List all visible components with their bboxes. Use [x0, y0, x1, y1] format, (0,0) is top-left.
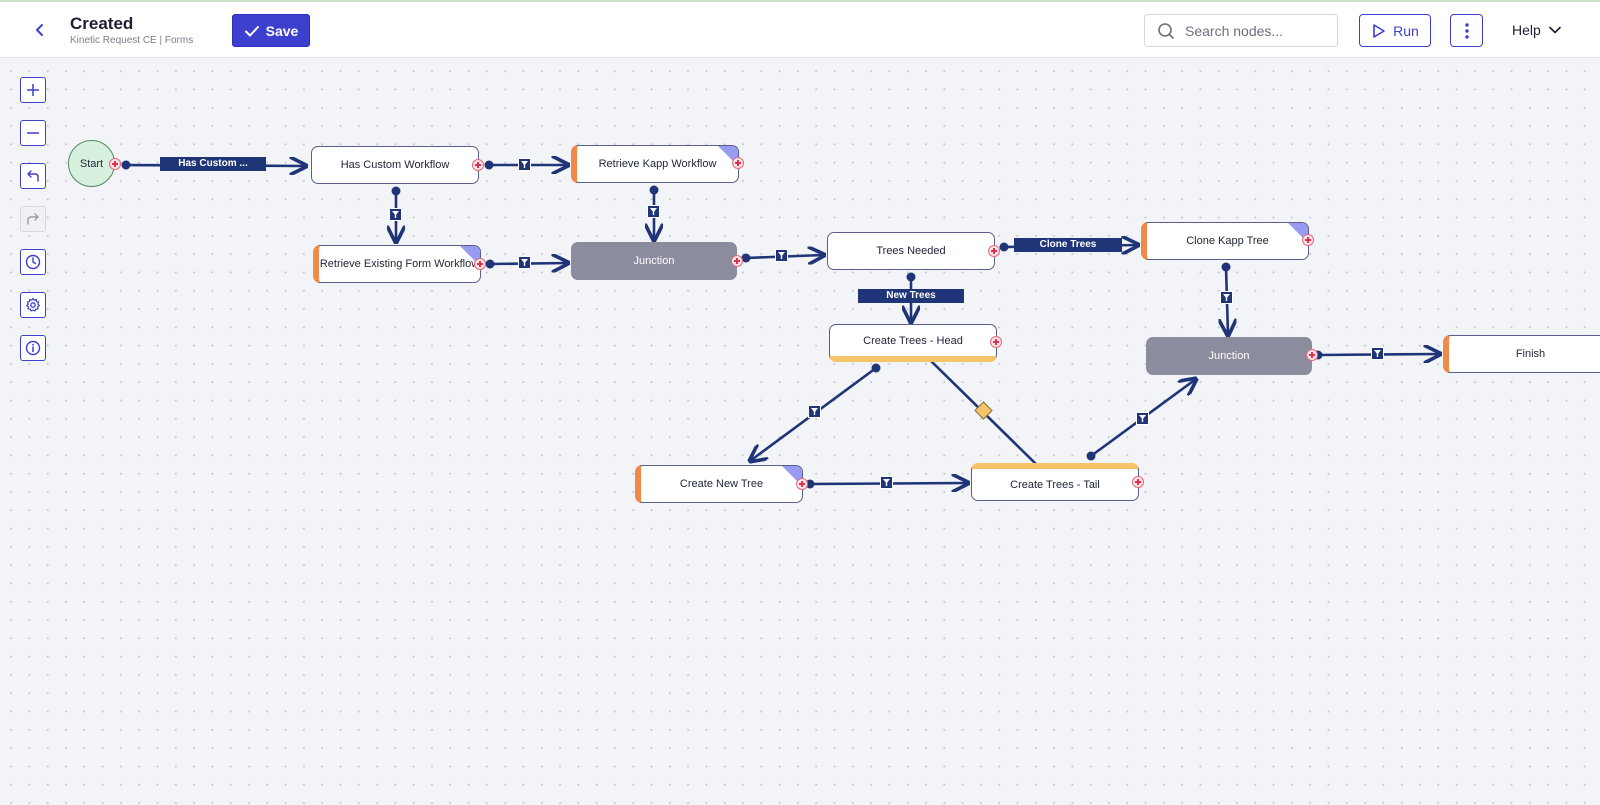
page-title: Created — [70, 14, 134, 33]
add-node-button[interactable] — [990, 336, 1002, 348]
node-label: Create Trees - Tail — [1010, 478, 1100, 491]
add-node-button[interactable] — [474, 258, 486, 270]
help-label: Help — [1512, 22, 1541, 38]
node-finish[interactable]: Finish — [1443, 335, 1600, 373]
add-node-button[interactable] — [732, 157, 744, 169]
check-icon — [244, 25, 259, 36]
filter-icon[interactable] — [1371, 347, 1384, 360]
edge-source-dot[interactable] — [871, 363, 881, 373]
chevron-left-icon — [36, 24, 43, 36]
edge-source-dot[interactable] — [121, 160, 131, 170]
back-button[interactable] — [30, 20, 50, 40]
add-node-button[interactable] — [796, 478, 808, 490]
search-icon — [1157, 22, 1175, 40]
add-node-button[interactable] — [1132, 476, 1144, 488]
node-label: Junction — [633, 255, 675, 267]
edge-source-dot[interactable] — [1086, 451, 1096, 461]
edge-source-dot[interactable] — [391, 186, 401, 196]
node-label: Finish — [1515, 348, 1546, 360]
search-box — [1144, 14, 1338, 47]
node-create-trees-tail[interactable]: Create Trees - Tail — [971, 463, 1139, 501]
help-menu[interactable]: Help — [1512, 22, 1561, 38]
node-junction[interactable]: Junction — [571, 242, 737, 280]
add-node-button[interactable] — [109, 158, 121, 170]
edge-source-dot[interactable] — [1221, 262, 1231, 272]
filter-icon[interactable] — [808, 405, 821, 418]
run-label: Run — [1393, 22, 1419, 39]
node-label: Create Trees - Head — [863, 334, 963, 347]
filter-icon[interactable] — [389, 208, 402, 221]
add-node-button[interactable] — [988, 245, 1000, 257]
more-options-button[interactable] — [1450, 14, 1483, 47]
node-start[interactable]: Start — [68, 140, 115, 187]
edge-source-dot[interactable] — [484, 160, 494, 170]
play-icon — [1373, 23, 1385, 38]
edge-source-dot[interactable] — [999, 242, 1009, 252]
node-create-trees-head[interactable]: Create Trees - Head — [829, 324, 997, 362]
filter-icon[interactable] — [775, 249, 788, 262]
edge-label-clone-trees[interactable]: Clone Trees — [1014, 238, 1122, 252]
search-input[interactable] — [1183, 21, 1327, 40]
workflow-canvas[interactable]: Has Custom ... Clone Trees New Trees Sta… — [0, 58, 1600, 805]
node-label: Retrieve Kapp Workflow — [598, 158, 717, 170]
add-node-button[interactable] — [731, 255, 743, 267]
node-clone-kapp-tree[interactable]: Clone Kapp Tree — [1141, 222, 1309, 260]
save-button[interactable]: Save — [232, 14, 310, 47]
filter-icon[interactable] — [1136, 412, 1149, 425]
node-label: Start — [79, 157, 104, 170]
edge-source-dot[interactable] — [649, 185, 659, 195]
node-create-new-tree[interactable]: Create New Tree — [635, 465, 803, 503]
header: Created Kinetic Request CE | Forms Save … — [0, 2, 1600, 58]
node-label: Junction — [1208, 350, 1250, 362]
kebab-menu-icon — [1464, 22, 1469, 39]
add-node-button[interactable] — [1302, 234, 1314, 246]
node-label: Create New Tree — [679, 478, 764, 490]
node-label: Has Custom Workflow — [340, 159, 450, 171]
filter-icon[interactable] — [880, 476, 893, 489]
node-junction-2[interactable]: Junction — [1146, 337, 1312, 375]
edge-label-has-custom[interactable]: Has Custom ... — [160, 157, 266, 171]
add-node-button[interactable] — [472, 159, 484, 171]
node-label: Clone Kapp Tree — [1186, 235, 1269, 247]
edge-label-new-trees[interactable]: New Trees — [858, 289, 964, 303]
node-retrieve-existing-form-workflow[interactable]: Retrieve Existing Form Workflow — [313, 245, 481, 283]
filter-icon[interactable] — [647, 205, 660, 218]
node-has-custom-workflow[interactable]: Has Custom Workflow — [311, 146, 479, 184]
node-trees-needed[interactable]: Trees Needed — [827, 232, 995, 270]
run-button[interactable]: Run — [1359, 14, 1431, 47]
edge-source-dot[interactable] — [485, 259, 495, 269]
breadcrumb: Kinetic Request CE | Forms — [70, 35, 194, 46]
node-label: Trees Needed — [876, 245, 946, 257]
filter-icon[interactable] — [518, 158, 531, 171]
chevron-down-icon — [1548, 26, 1561, 34]
node-label: Retrieve Existing Form Workflow — [319, 258, 480, 270]
save-label: Save — [265, 22, 299, 39]
add-node-button[interactable] — [1306, 349, 1318, 361]
filter-icon[interactable] — [518, 256, 531, 269]
edge-source-dot[interactable] — [906, 272, 916, 282]
filter-icon[interactable] — [1220, 291, 1233, 304]
node-retrieve-kapp-workflow[interactable]: Retrieve Kapp Workflow — [571, 145, 739, 183]
